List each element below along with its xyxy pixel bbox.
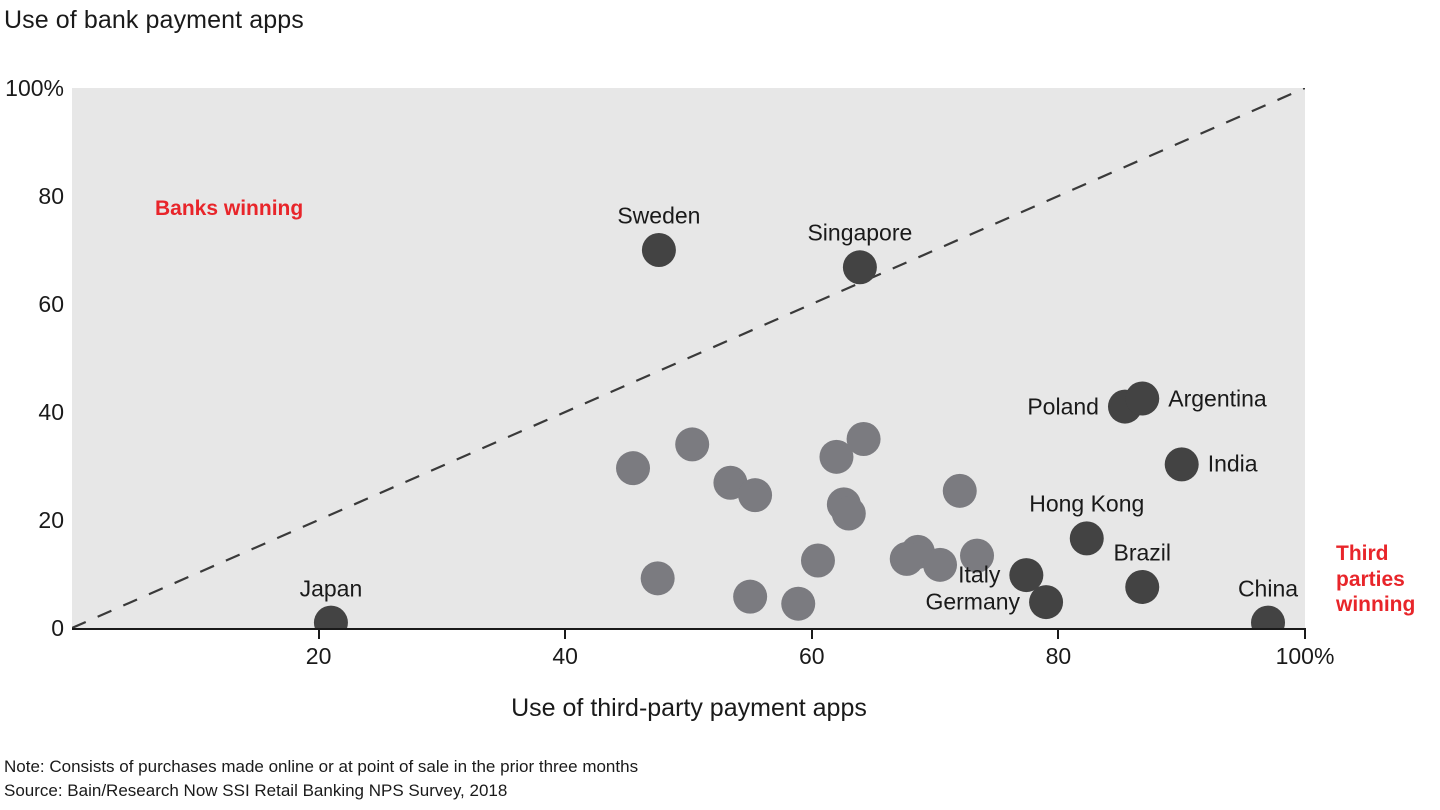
y-tick: 60 bbox=[0, 293, 64, 316]
data-point-china bbox=[1251, 605, 1286, 628]
data-point-brazil bbox=[1125, 569, 1160, 604]
x-tick-mark bbox=[810, 630, 813, 639]
point-label-poland: Poland bbox=[1027, 393, 1099, 420]
y-tick: 20 bbox=[0, 509, 64, 532]
data-point-argentina bbox=[1125, 381, 1160, 416]
y-tick-label: 0 bbox=[51, 615, 64, 641]
y-tick-label: 80 bbox=[38, 183, 64, 209]
data-point-italy bbox=[1009, 558, 1044, 593]
point-label-china: China bbox=[1237, 575, 1299, 602]
point-label-singapore: Singapore bbox=[807, 219, 913, 246]
data-point bbox=[923, 547, 958, 582]
data-point bbox=[738, 478, 773, 513]
data-point bbox=[800, 543, 835, 578]
x-tick-mark bbox=[1304, 630, 1306, 639]
y-tick: 100% bbox=[0, 77, 64, 100]
x-tick-label: 80 bbox=[1045, 643, 1072, 669]
footnote-note: Note: Consists of purchases made online … bbox=[4, 757, 639, 776]
data-points-group bbox=[313, 233, 1286, 628]
annotation-banks-winning: Banks winning bbox=[155, 197, 304, 220]
point-label-germany: Germany bbox=[925, 588, 1021, 615]
data-point bbox=[942, 473, 977, 508]
annotation-third-parties-winning: Third parties winning bbox=[1336, 542, 1416, 617]
footnotes: Note: Consists of purchases made online … bbox=[4, 755, 638, 803]
data-point bbox=[831, 496, 866, 531]
x-tick-mark bbox=[564, 630, 567, 639]
data-point bbox=[675, 427, 710, 462]
data-point bbox=[846, 422, 881, 456]
x-axis-line bbox=[72, 628, 1306, 630]
data-point bbox=[616, 451, 651, 486]
point-label-japan: Japan bbox=[299, 575, 363, 602]
data-point bbox=[733, 579, 768, 614]
data-point-hong-kong bbox=[1069, 521, 1104, 556]
y-tick: 0 bbox=[0, 617, 64, 640]
data-point bbox=[889, 541, 924, 576]
point-label-argentina: Argentina bbox=[1168, 385, 1267, 411]
point-label-india: India bbox=[1207, 450, 1258, 477]
point-label-hong-kong: Hong Kong bbox=[1029, 490, 1145, 517]
y-tick-label: 20 bbox=[38, 507, 64, 533]
x-tick-label: 60 bbox=[799, 643, 825, 669]
point-label-italy: Italy bbox=[958, 561, 1001, 588]
x-tick-label: 20 bbox=[305, 643, 332, 669]
x-tick-label: 100% bbox=[1275, 643, 1335, 669]
y-tick-label: 40 bbox=[38, 399, 64, 425]
page-title: Use of bank payment apps bbox=[4, 6, 304, 34]
x-tick-mark bbox=[317, 630, 320, 639]
data-point bbox=[781, 586, 816, 621]
y-tick-label: 100% bbox=[5, 75, 64, 101]
y-tick: 40 bbox=[0, 401, 64, 424]
y-tick-label: 60 bbox=[38, 291, 64, 317]
data-point bbox=[640, 561, 675, 596]
data-point-india bbox=[1164, 447, 1199, 482]
data-point-japan bbox=[313, 605, 348, 628]
x-tick-mark bbox=[1057, 630, 1060, 639]
chart-root: Use of bank payment apps Banks winning T… bbox=[0, 0, 1440, 810]
data-point-germany bbox=[1029, 585, 1064, 620]
footnote-source: Source: Bain/Research Now SSI Retail Ban… bbox=[4, 781, 508, 801]
y-tick: 80 bbox=[0, 185, 64, 208]
x-tick-label: 40 bbox=[552, 643, 578, 669]
point-label-brazil: Brazil bbox=[1113, 539, 1171, 566]
x-axis-title: Use of third-party payment apps bbox=[511, 694, 867, 722]
data-point-sweden bbox=[641, 233, 676, 267]
point-label-sweden: Sweden bbox=[617, 202, 701, 229]
data-point-singapore bbox=[842, 250, 877, 285]
